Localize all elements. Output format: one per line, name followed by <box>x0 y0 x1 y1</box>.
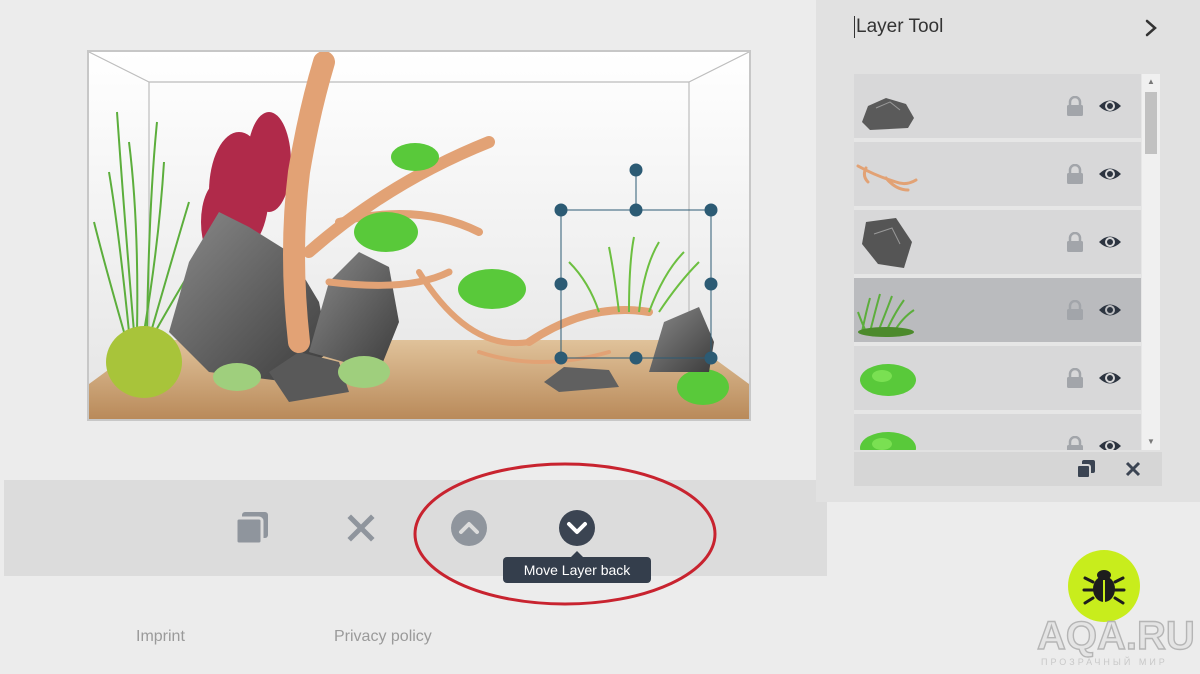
lock-icon[interactable] <box>1066 436 1084 450</box>
copy-icon <box>234 512 268 546</box>
move-layer-back-button[interactable] <box>557 508 597 548</box>
layer-thumbnail <box>862 98 914 130</box>
delete-button[interactable] <box>341 508 381 548</box>
layer-row[interactable] <box>854 142 1141 206</box>
sand-substrate <box>89 340 749 419</box>
eye-icon[interactable] <box>1098 299 1122 321</box>
layer-row[interactable] <box>854 414 1141 450</box>
duplicate-button[interactable] <box>232 508 272 548</box>
eye-icon[interactable] <box>1098 367 1122 389</box>
move-layer-back-tooltip: Move Layer back <box>503 551 651 583</box>
chevron-down-circle-icon <box>559 510 595 546</box>
privacy-policy-link[interactable]: Privacy policy <box>334 628 432 646</box>
aquarium-tank[interactable] <box>87 50 751 421</box>
layer-thumbnail <box>857 293 915 337</box>
eye-icon[interactable] <box>1098 435 1122 450</box>
watermark-logo: AQA.RU ПРОЗРАЧНЫЙ МИР <box>1036 613 1197 670</box>
rock-right <box>649 307 714 372</box>
eye-icon[interactable] <box>1098 163 1122 185</box>
lock-icon[interactable] <box>1066 96 1084 116</box>
imprint-link[interactable]: Imprint <box>136 628 185 646</box>
layer-list-scrollbar[interactable]: ▲ ▼ <box>1142 74 1160 450</box>
bug-icon <box>1082 570 1126 605</box>
chevron-right-icon[interactable] <box>1140 17 1162 39</box>
layer-row[interactable] <box>854 278 1141 342</box>
layer-thumbnail <box>862 218 912 268</box>
lock-icon[interactable] <box>1066 368 1084 388</box>
layer-actions-bar <box>854 452 1162 486</box>
rock-mid <box>309 252 399 372</box>
eye-icon[interactable] <box>1098 231 1122 253</box>
aquarium-scene[interactable] <box>89 52 749 419</box>
layer-thumbnail <box>860 432 916 450</box>
watermark-brand: AQA.RU <box>1036 613 1195 658</box>
lock-icon[interactable] <box>1066 232 1084 252</box>
panel-title: Layer Tool <box>854 16 944 38</box>
layer-row[interactable] <box>854 210 1141 274</box>
layer-row[interactable] <box>854 346 1141 410</box>
yellow-plant <box>106 326 182 398</box>
scroll-up-arrow[interactable]: ▲ <box>1142 74 1160 90</box>
move-layer-forward-button[interactable] <box>449 508 489 548</box>
copy-icon[interactable] <box>1076 459 1096 479</box>
watermark-tagline: ПРОЗРАЧНЫЙ МИР <box>1041 657 1168 667</box>
layer-thumbnail <box>856 164 918 192</box>
layer-list[interactable] <box>854 74 1142 450</box>
eye-icon[interactable] <box>1098 95 1122 117</box>
close-icon <box>347 514 375 542</box>
selected-grass-plant <box>568 236 700 313</box>
design-canvas[interactable] <box>0 0 826 480</box>
lock-icon[interactable] <box>1066 300 1084 320</box>
layer-row[interactable] <box>854 74 1141 138</box>
close-icon[interactable] <box>1124 460 1142 478</box>
lock-icon[interactable] <box>1066 164 1084 184</box>
layer-thumbnail <box>860 364 916 396</box>
chevron-up-circle-icon <box>451 510 487 546</box>
object-toolbar <box>4 480 827 576</box>
bug-report-button[interactable] <box>1068 550 1140 622</box>
scroll-down-arrow[interactable]: ▼ <box>1142 434 1160 450</box>
scroll-thumb[interactable] <box>1145 92 1157 154</box>
